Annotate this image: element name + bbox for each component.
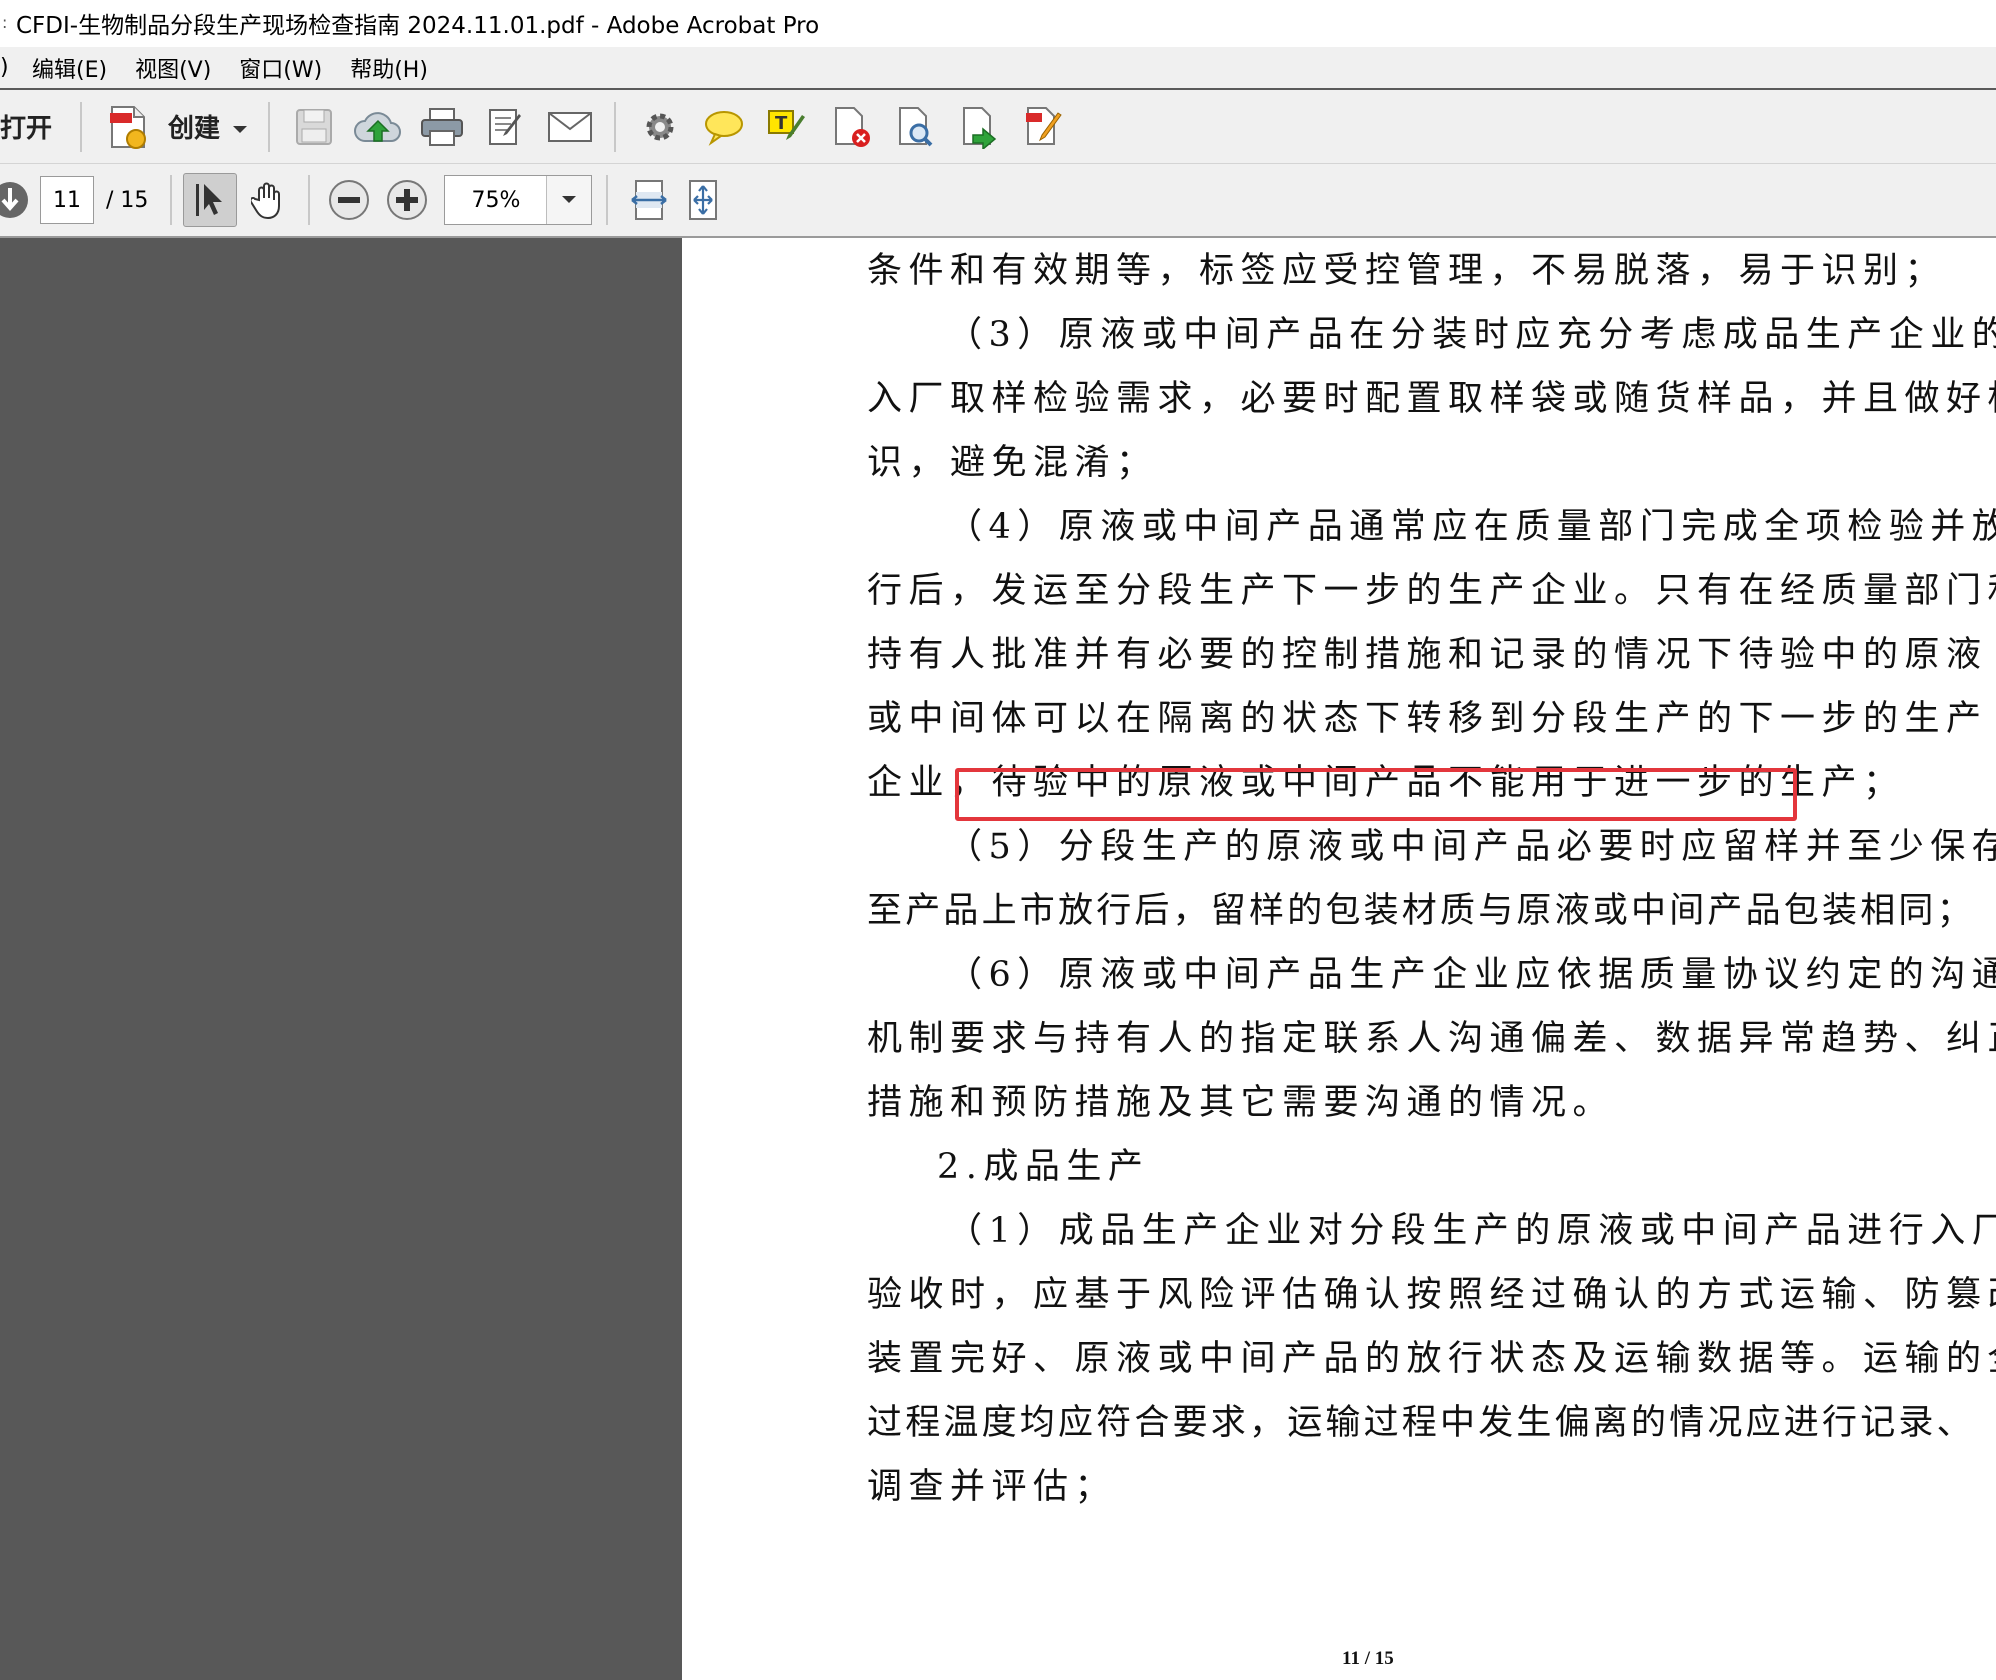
text-line: 入厂取样检验需求，必要时配置取样袋或随货样品，并且做好标: [867, 379, 1996, 419]
chevron-down-icon: [232, 112, 248, 142]
arrow-down-icon: [0, 182, 28, 218]
sign-document-button[interactable]: [1015, 98, 1073, 156]
menu-help[interactable]: 帮助(H): [336, 52, 442, 84]
text-line: （6）原液或中间产品生产企业应依据质量协议约定的沟通: [947, 955, 1996, 995]
delete-page-icon: [835, 106, 871, 147]
red-highlight-box: [955, 768, 1797, 821]
text-line: （5）分段生产的原液或中间产品必要时应留样并至少保存: [947, 827, 1996, 867]
edit-document-icon: [489, 108, 522, 145]
text-highlight-button[interactable]: T: [759, 98, 817, 156]
window-title: CFDI-生物制品分段生产现场检查指南 2024.11.01.pdf - Ado…: [16, 12, 820, 39]
toolbar-separator: [80, 101, 82, 152]
toolbar-separator: [308, 175, 311, 225]
text-line: 行后，发运至分段生产下一步的生产企业。只有在经质量部门和: [867, 571, 1996, 611]
page-number-input[interactable]: 11: [40, 176, 94, 224]
create-pdf-icon: [103, 98, 153, 156]
print-button[interactable]: [413, 98, 471, 156]
text-line: 措施和预防措施及其它需要沟通的情况。: [867, 1083, 1615, 1123]
toolbar-separator: [614, 101, 617, 152]
edit-document-button[interactable]: [477, 98, 535, 156]
section-heading: 2.成品生产: [937, 1147, 1150, 1187]
toolbar-separator: [170, 175, 173, 225]
toolbar-separator: [268, 101, 271, 152]
gear-icon: [646, 113, 674, 140]
text-line: 持有人批准并有必要的控制措施和记录的情况下待验中的原液: [867, 635, 1988, 675]
zoom-out-button[interactable]: [323, 171, 375, 229]
title-bar: : CFDI-生物制品分段生产现场检查指南 2024.11.01.pdf - A…: [0, 0, 1996, 45]
save-icon: [296, 108, 333, 145]
export-document-icon: [963, 106, 997, 149]
document-background: [0, 238, 682, 1680]
menu-window[interactable]: 窗口(W): [225, 52, 336, 84]
comment-button[interactable]: [695, 98, 753, 156]
highlight-text-icon: T: [768, 109, 806, 140]
text-line: 或中间体可以在隔离的状态下转移到分段生产的下一步的生产: [867, 699, 1988, 739]
menu-view[interactable]: 视图(V): [121, 52, 225, 84]
open-button[interactable]: 打开: [0, 108, 68, 145]
hand-tool-button[interactable]: [243, 171, 295, 229]
menu-file[interactable]: ): [0, 55, 18, 80]
chevron-down-icon[interactable]: [546, 176, 592, 224]
create-label: 创建: [168, 114, 221, 144]
speech-bubble-icon: [705, 110, 744, 146]
create-button[interactable]: 创建: [100, 98, 248, 156]
cursor-icon: [196, 184, 223, 216]
zoom-select[interactable]: 75%: [444, 175, 593, 225]
fit-width-icon: [631, 180, 668, 220]
text-line: 调查并评估；: [867, 1467, 1117, 1507]
settings-button[interactable]: [631, 98, 689, 156]
sign-document-icon: [1026, 106, 1062, 145]
cloud-upload-icon: [354, 111, 402, 142]
fit-page-icon: [689, 180, 718, 220]
email-button[interactable]: [541, 98, 599, 156]
text-line: 条件和有效期等，标签应受控管理，不易脱落，易于识别；: [867, 251, 1947, 291]
text-line: 验收时，应基于风险评估确认按照经过确认的方式运输、防篡改: [867, 1275, 1996, 1315]
navigation-toolbar: 11 / 15 75%: [0, 164, 1996, 238]
mail-icon: [548, 111, 593, 142]
text-line: 识，避免混淆；: [867, 443, 1158, 483]
print-icon: [421, 107, 464, 146]
select-tool-button[interactable]: [183, 173, 238, 227]
main-toolbar: 打开 创建 T: [0, 90, 1996, 164]
pdf-page[interactable]: 条件和有效期等，标签应受控管理，不易脱落，易于识别； （3）原液或中间产品在分装…: [682, 238, 1996, 1680]
review-page-button[interactable]: [887, 98, 945, 156]
page-footer: 11 / 15: [1342, 1648, 1394, 1669]
menu-edit[interactable]: 编辑(E): [18, 52, 121, 84]
page-total: / 15: [106, 187, 149, 213]
menu-bar: ) 编辑(E) 视图(V) 窗口(W) 帮助(H): [0, 47, 1996, 90]
minus-circle-icon: [329, 180, 370, 220]
text-line: 过程温度均应符合要求，运输过程中发生偏离的情况应进行记录、: [867, 1403, 1975, 1443]
search-document-icon: [899, 106, 933, 146]
delete-page-button[interactable]: [823, 98, 881, 156]
window-system-icon[interactable]: :: [2, 13, 10, 32]
text-line: （1）成品生产企业对分段生产的原液或中间产品进行入厂: [947, 1211, 1996, 1251]
fit-width-button[interactable]: [625, 171, 673, 229]
open-label: 打开: [0, 114, 53, 144]
text-line: （4）原液或中间产品通常应在质量部门完成全项检验并放: [947, 507, 1996, 547]
plus-circle-icon: [387, 180, 428, 220]
toolbar-separator: [606, 175, 609, 225]
text-line: 装置完好、原液或中间产品的放行状态及运输数据等。运输的全: [867, 1339, 1996, 1379]
zoom-in-button[interactable]: [381, 171, 433, 229]
upload-button[interactable]: [349, 98, 407, 156]
hand-icon: [251, 182, 281, 220]
text-line: （3）原液或中间产品在分装时应充分考虑成品生产企业的: [947, 315, 1996, 355]
export-page-button[interactable]: [951, 98, 1009, 156]
text-line: 至产品上市放行后，留样的包装材质与原液或中间产品包装相同；: [867, 891, 1975, 931]
next-page-button[interactable]: [0, 171, 34, 229]
zoom-value: 75%: [471, 187, 521, 213]
fit-page-button[interactable]: [679, 171, 727, 229]
text-line: 机制要求与持有人的指定联系人沟通偏差、数据异常趋势、纠正: [867, 1019, 1996, 1059]
save-button[interactable]: [285, 98, 343, 156]
svg-text:T: T: [775, 113, 788, 134]
